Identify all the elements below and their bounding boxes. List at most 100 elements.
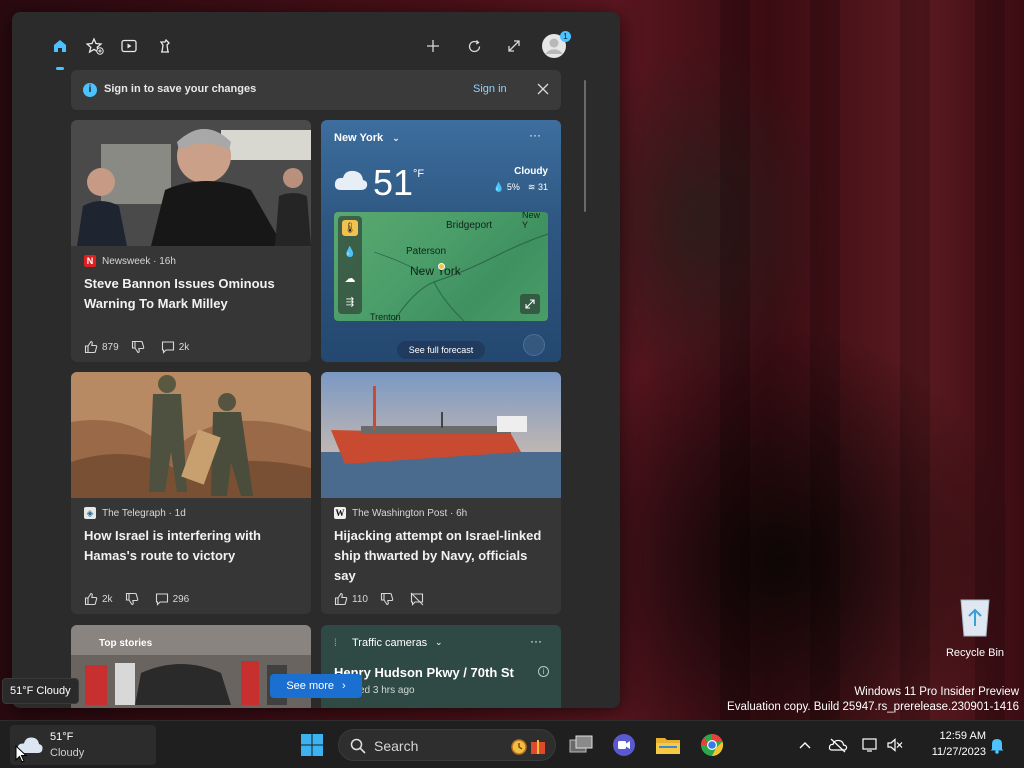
comments-disabled-button[interactable] [410,592,428,606]
notifications-button[interactable] [984,729,1010,761]
network-icon [862,738,877,752]
search-highlight-icon [511,739,545,755]
newsweek-logo-icon: N [84,255,96,267]
teams-chat-button[interactable] [608,729,640,761]
wind-icon: ⇶ [345,296,355,308]
windows-watermark: Windows 11 Pro Insider Preview Evaluatio… [727,685,1019,715]
info-icon[interactable]: i [538,666,549,677]
weather-map[interactable]: Bridgeport Paterson New York Trenton New… [334,212,548,321]
news-card[interactable]: ◈ The Telegraph · 1d How Israel is inter… [71,372,311,614]
network-status-button[interactable] [857,729,883,761]
source-name: The Washington Post [352,507,448,519]
news-image [321,372,561,498]
news-card[interactable]: W The Washington Post · 6h Hijacking att… [321,372,561,614]
chat-camera-icon [613,734,635,756]
news-age: 6h [456,507,468,519]
refresh-icon [468,39,480,52]
speaker-muted-icon [887,738,903,752]
map-expand-button[interactable] [520,294,540,314]
traffic-more-options-button[interactable]: ··· [530,634,542,648]
news-source: ◈ The Telegraph · 1d [84,506,186,520]
thumbs-down-icon [125,592,138,606]
search-icon [350,738,366,754]
clock-date: 11/27/2023 [931,746,986,758]
video-tab[interactable] [115,32,143,60]
chrome-button[interactable] [696,729,728,761]
weather-badge-icon[interactable] [523,334,545,356]
onedrive-status-button[interactable] [825,729,851,761]
show-hidden-icons-button[interactable] [792,729,818,761]
folder-icon [656,738,680,754]
file-explorer-button[interactable] [652,729,684,761]
weather-location-selector[interactable]: New York ⌄ [334,132,400,144]
news-source: N Newsweek · 16h [84,254,176,268]
taskbar-weather-temp: 51°F [50,731,74,743]
scrollbar[interactable] [584,80,586,212]
like-button[interactable]: 2k [84,592,113,606]
taskbar-weather-button[interactable]: 51°F Cloudy [10,725,156,765]
see-full-forecast-button[interactable]: See full forecast [397,341,485,359]
signin-link[interactable]: Sign in [473,83,507,95]
expand-button[interactable] [500,32,528,60]
news-actions: 110 [334,590,440,608]
recycle-bin-desktop-icon[interactable]: Recycle Bin [942,596,1008,662]
start-button[interactable] [296,729,328,761]
refresh-button[interactable] [460,32,488,60]
comments-button[interactable]: 2k [161,340,189,354]
search-placeholder: Search [374,738,419,754]
weather-more-options-button[interactable]: ··· [529,128,541,142]
info-icon: i [83,83,97,97]
signin-banner: i Sign in to save your changes Sign in [71,70,561,110]
taskbar-clock[interactable]: 12:59 AM 11/27/2023 [912,728,986,760]
video-icon [121,39,137,53]
source-name: Newsweek [102,255,151,267]
raindrop-icon: 💧 [343,246,357,258]
news-headline[interactable]: Hijacking attempt on Israel-linked ship … [334,526,544,586]
ellipsis-icon: ··· [529,128,541,142]
taskbar-search-box[interactable]: Search [338,729,556,761]
cloud-icon: ☁ [344,272,356,285]
temperature-layer-button[interactable]: 🌡 [342,220,358,236]
dislike-button[interactable] [131,340,149,354]
dislike-button[interactable] [380,592,398,606]
news-headline[interactable]: Steve Bannon Issues Ominous Warning To M… [84,274,294,314]
weather-widget[interactable]: New York ⌄ ··· 51 °F Cloudy 💧 5% ≋ 31 Br… [321,120,561,362]
watermark-line-1: Windows 11 Pro Insider Preview [854,686,1019,698]
volume-button[interactable] [882,729,908,761]
chevron-down-icon: ⌄ [392,133,400,143]
task-view-button[interactable] [565,729,597,761]
news-source: W The Washington Post · 6h [334,507,468,519]
wind-layer-button[interactable]: ⇶ [342,294,358,310]
weather-stats: 💧 5% ≋ 31 [493,182,548,193]
home-tab[interactable] [46,32,74,60]
comment-icon [161,341,174,354]
top-stories-label: Top stories [99,638,153,649]
dismiss-banner-button[interactable] [533,79,553,99]
telegraph-logo-icon: ◈ [84,507,96,519]
raindrop-icon: 💧 [493,182,505,192]
thumbs-down-icon [380,592,394,606]
comments-button[interactable]: 296 [155,592,189,606]
chevron-down-icon: ⌄ [435,637,443,647]
news-headline[interactable]: How Israel is interfering with Hamas's r… [84,526,294,566]
washington-post-logo-icon: W [334,507,346,519]
dislike-button[interactable] [125,592,143,606]
games-tab[interactable] [151,32,179,60]
map-label: New Y [522,212,541,230]
aqi-value: 31 [537,182,548,192]
precipitation-layer-button[interactable]: 💧 [342,244,358,260]
like-count: 879 [102,341,119,353]
close-icon [537,83,549,95]
like-button[interactable]: 110 [334,592,368,606]
interests-tab[interactable] [81,32,109,60]
bell-icon [990,739,1004,754]
add-widget-button[interactable] [419,32,447,60]
news-image [71,120,311,246]
chevron-right-icon: › [342,680,346,692]
cloud-layer-button[interactable]: ☁ [342,270,358,286]
like-button[interactable]: 879 [84,340,119,354]
profile-button[interactable]: 1 [540,31,571,60]
news-card[interactable]: N Newsweek · 16h Steve Bannon Issues Omi… [71,120,311,362]
map-label: New York [410,264,461,278]
see-more-button[interactable]: See more › [270,674,362,698]
